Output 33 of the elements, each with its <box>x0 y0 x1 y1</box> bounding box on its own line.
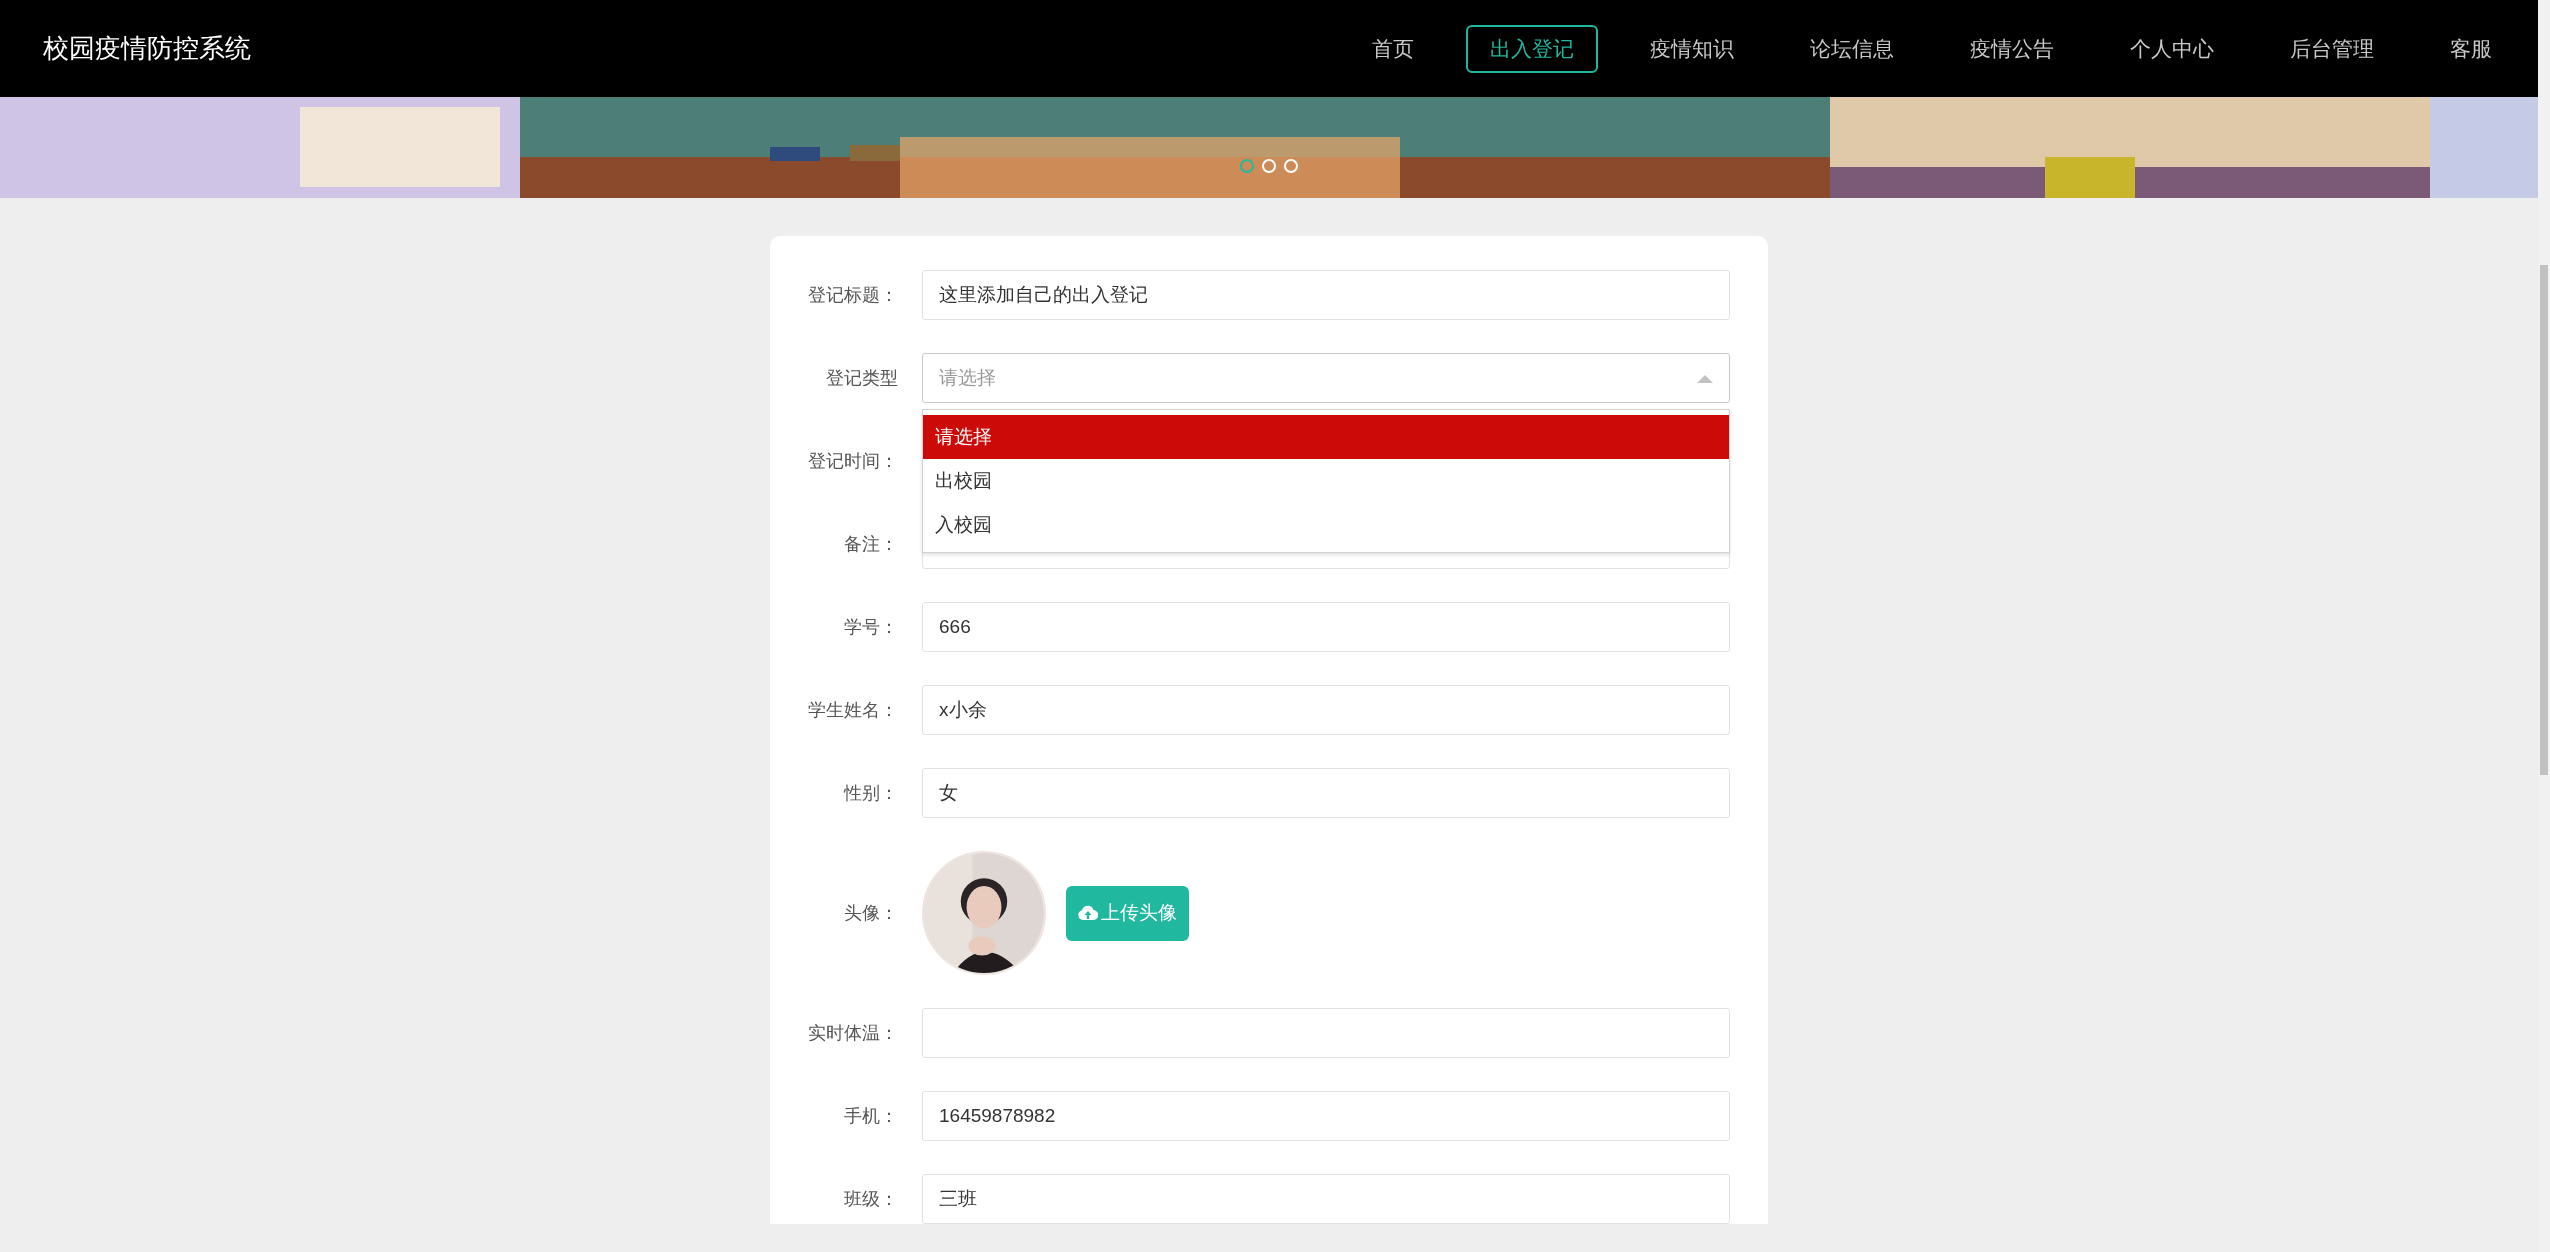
nav-link[interactable]: 疫情知识 <box>1626 24 1758 73</box>
field-label: 实时体温： <box>808 1021 898 1045</box>
nav-link[interactable]: 疫情公告 <box>1946 24 2078 73</box>
dropdown-option[interactable]: 入校园 <box>923 503 1729 547</box>
nav-link[interactable]: 出入登记 <box>1466 24 1598 73</box>
dropdown-option[interactable]: 请选择 <box>923 415 1729 459</box>
field-label: 备注： <box>844 532 898 556</box>
field-label: 性别： <box>844 781 898 805</box>
nav-link[interactable]: 个人中心 <box>2106 24 2238 73</box>
scrollbar-thumb[interactable] <box>2540 265 2548 775</box>
input-field[interactable]: 这里添加自己的出入登记 <box>922 270 1730 320</box>
dropdown-option[interactable]: 出校园 <box>923 459 1729 503</box>
input-field[interactable]: 三班 <box>922 1174 1730 1224</box>
nav-link[interactable]: 论坛信息 <box>1786 24 1918 73</box>
input-field[interactable]: 女 <box>922 768 1730 818</box>
input-field[interactable]: x小余 <box>922 685 1730 735</box>
field-label: 学号： <box>844 615 898 639</box>
nav-link[interactable]: 首页 <box>1348 24 1438 73</box>
field-label: 头像： <box>844 901 898 925</box>
nav-link[interactable]: 后台管理 <box>2266 24 2398 73</box>
caret-icon <box>1697 373 1713 383</box>
input-field[interactable] <box>922 1008 1730 1058</box>
field-label: 班级： <box>844 1187 898 1211</box>
field-label: 登记标题： <box>808 283 898 307</box>
input-field[interactable]: 16459878982 <box>922 1091 1730 1141</box>
cloud-upload-icon <box>1078 905 1098 921</box>
nav-link[interactable]: 客服 <box>2426 24 2516 73</box>
field-label: 登记类型 <box>826 366 898 390</box>
field-label: 登记时间： <box>808 449 898 473</box>
field-label: 学生姓名： <box>808 698 898 722</box>
field-label: 手机： <box>844 1104 898 1128</box>
input-field[interactable]: 666 <box>922 602 1730 652</box>
site-title: 校园疫情防控系统 <box>43 32 251 65</box>
